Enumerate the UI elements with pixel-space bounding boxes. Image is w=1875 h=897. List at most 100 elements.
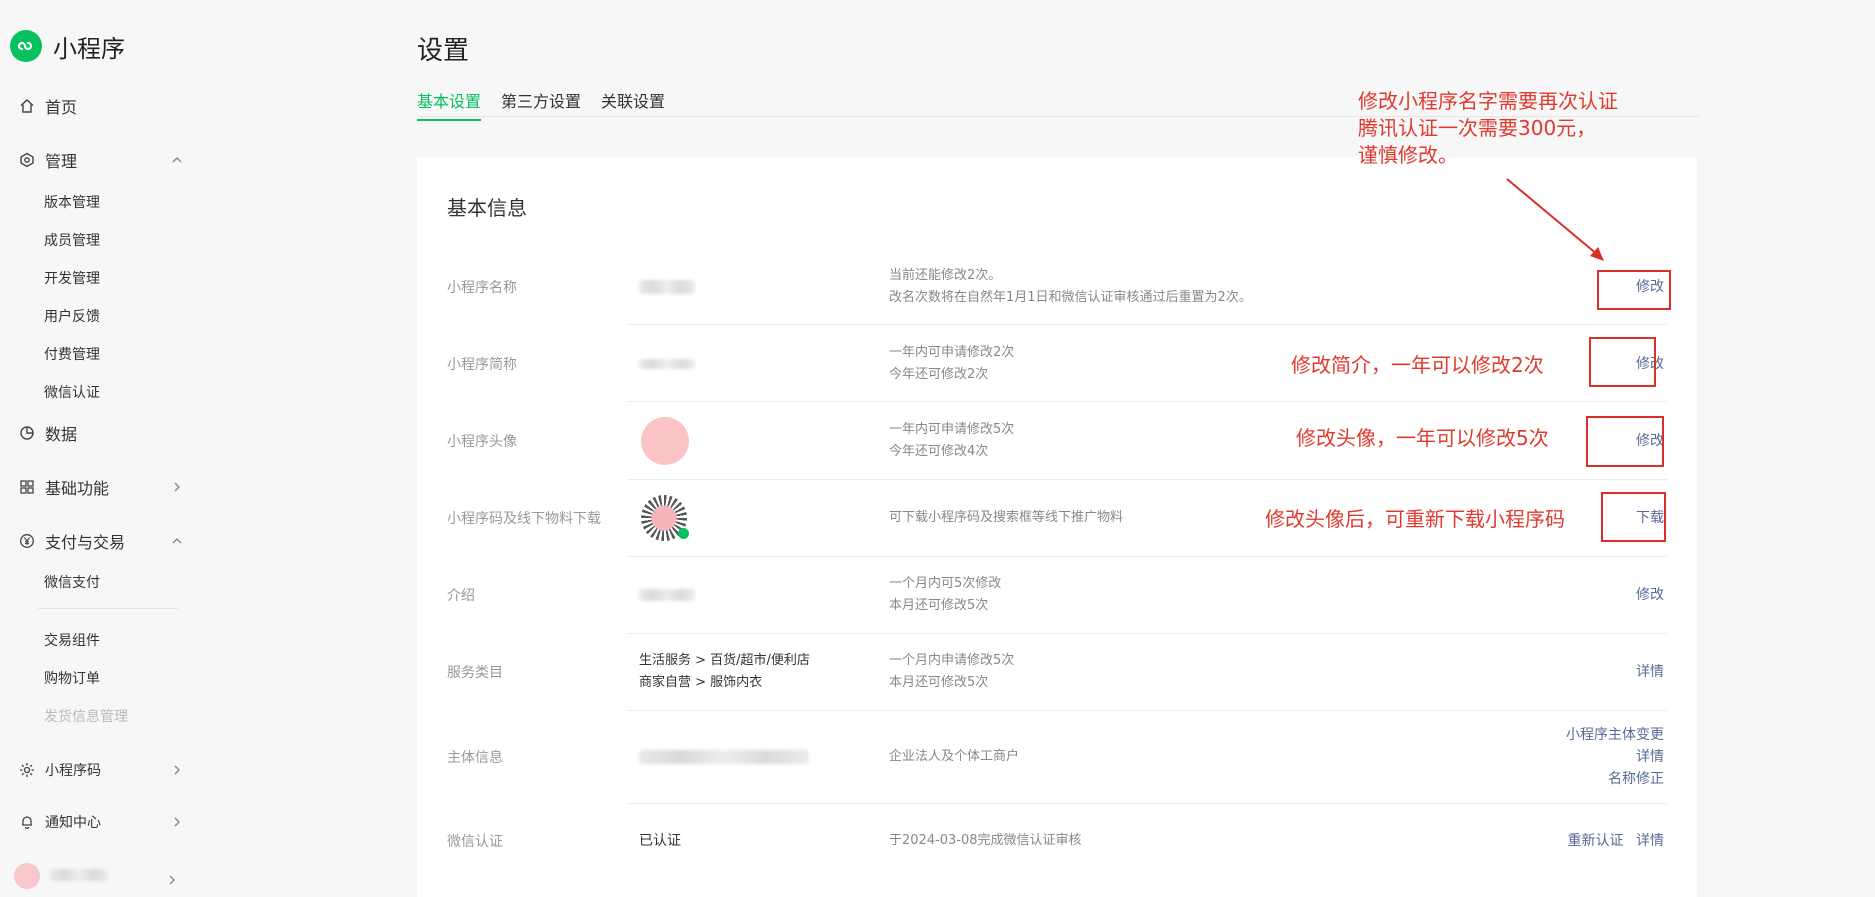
nav-home[interactable]: 首页: [18, 95, 188, 117]
row-desc-entity: 企业法人及个体工商户: [889, 746, 1019, 768]
row-desc-name: 当前还能修改2次。 改名次数将在自然年1月1日和微信认证审核通过后重置为2次。: [889, 265, 1252, 309]
nav-trade-component[interactable]: 交易组件: [44, 630, 100, 650]
row-desc-category: 一个月内申请修改5次 本月还可修改5次: [889, 650, 1014, 694]
annotation-avatar-note: 修改头像，一年可以修改5次: [1296, 426, 1549, 450]
settings-icon: [18, 151, 36, 169]
nav-basic-features-label: 基础功能: [45, 479, 110, 498]
nav-manage[interactable]: 管理: [18, 149, 188, 171]
chevron-up-icon[interactable]: [170, 534, 184, 548]
page-title: 设置: [417, 36, 470, 66]
row-label-qrcode: 小程序码及线下物料下载: [447, 511, 601, 527]
row-divider: [628, 633, 1667, 634]
nav-manage-label: 管理: [45, 152, 78, 171]
nav-shipping-info[interactable]: 发货信息管理: [44, 706, 128, 726]
annotation-line: 谨慎修改。: [1358, 143, 1458, 167]
grid-icon: [18, 478, 36, 496]
sun-icon: [18, 761, 36, 779]
entity-actions: 小程序主体变更 详情 名称修正: [1566, 724, 1664, 790]
edit-intro-button[interactable]: 修改: [1636, 584, 1664, 606]
nav-qrcode[interactable]: 小程序码: [18, 759, 188, 781]
nav-member-manage[interactable]: 成员管理: [44, 230, 100, 250]
nav-home-label: 首页: [45, 98, 78, 117]
nav-user-feedback[interactable]: 用户反馈: [44, 306, 100, 326]
verify-actions: 重新认证 详情: [1568, 830, 1664, 852]
verify-detail-link[interactable]: 详情: [1636, 833, 1664, 849]
row-divider: [628, 556, 1667, 557]
nav-payment-manage[interactable]: 付费管理: [44, 344, 100, 364]
row-label-intro: 介绍: [447, 588, 475, 604]
desc-line: 当前还能修改2次。: [889, 268, 1002, 283]
annotation-line: 腾讯认证一次需要300元，: [1358, 116, 1597, 140]
name-correction-link[interactable]: 名称修正: [1566, 768, 1664, 790]
row-label-verify: 微信认证: [447, 834, 503, 850]
row-desc-short-name: 一年内可申请修改2次 今年还可修改2次: [889, 342, 1014, 386]
entity-change-link[interactable]: 小程序主体变更: [1566, 724, 1664, 746]
desc-line: 一年内可申请修改2次: [889, 345, 1015, 360]
chevron-right-icon[interactable]: [170, 815, 184, 829]
desc-line: 一年内可申请修改5次: [889, 422, 1015, 437]
row-desc-avatar: 一年内可申请修改5次 今年还可修改4次: [889, 419, 1014, 463]
blurred-entity-value: [639, 750, 809, 764]
desc-line: 一个月内申请修改5次: [889, 653, 1015, 668]
annotation-arrow-icon: [1506, 178, 1604, 261]
blurred-intro-value: [639, 589, 695, 601]
desc-line: 今年还可修改2次: [889, 367, 989, 382]
category-detail-link[interactable]: 详情: [1636, 661, 1664, 683]
annotation-box-qrcode: [1601, 492, 1666, 542]
brand[interactable]: 小程序: [10, 30, 125, 63]
nav-shopping-orders[interactable]: 购物订单: [44, 668, 100, 688]
row-divider: [628, 710, 1667, 711]
row-divider: [628, 401, 1667, 402]
card-title: 基本信息: [447, 196, 527, 220]
desc-line: 企业法人及个体工商户: [889, 749, 1020, 764]
row-label-avatar: 小程序头像: [447, 434, 517, 450]
pie-chart-icon: [18, 424, 36, 442]
user-avatar[interactable]: [14, 863, 40, 889]
row-desc-intro: 一个月内可5次修改 本月还可修改5次: [889, 573, 1001, 617]
nav-notice[interactable]: 通知中心: [18, 811, 188, 833]
annotation-box-avatar: [1586, 416, 1664, 467]
annotation-box-name: [1597, 270, 1671, 310]
yuan-icon: [18, 532, 36, 550]
nav-pay-trade[interactable]: 支付与交易: [18, 530, 188, 552]
miniprogram-avatar: [641, 417, 689, 465]
chevron-right-icon[interactable]: [170, 480, 184, 494]
nav-data-label: 数据: [45, 425, 78, 444]
row-desc-qrcode: 可下载小程序码及搜索框等线下推广物料: [889, 507, 1123, 529]
annotation-line: 修改小程序名字需要再次认证: [1358, 89, 1618, 113]
desc-line: 于2024-03-08完成微信认证审核: [889, 833, 1082, 848]
chevron-right-icon[interactable]: [166, 871, 178, 890]
reverify-link[interactable]: 重新认证: [1568, 833, 1624, 849]
nav-wechat-verify[interactable]: 微信认证: [44, 382, 100, 402]
annotation-short-note: 修改简介，一年可以修改2次: [1291, 353, 1544, 377]
blurred-short-name-value: [639, 359, 695, 369]
nav-notice-label: 通知中心: [45, 815, 101, 831]
row-divider: [628, 324, 1667, 325]
row-label-category: 服务类目: [447, 665, 503, 681]
blurred-name-value: [639, 280, 695, 294]
category-line: 生活服务 > 百货/超市/便利店: [639, 653, 810, 668]
nav-data[interactable]: 数据: [18, 422, 188, 444]
nav-dev-manage[interactable]: 开发管理: [44, 268, 100, 288]
nav-divider: [38, 608, 178, 609]
home-icon: [18, 97, 36, 115]
row-desc-verify: 于2024-03-08完成微信认证审核: [889, 830, 1082, 852]
row-divider: [628, 803, 1667, 804]
desc-line: 一个月内可5次修改: [889, 576, 1002, 591]
desc-line: 本月还可修改5次: [889, 598, 989, 613]
brand-name: 小程序: [53, 34, 125, 63]
chevron-right-icon[interactable]: [170, 763, 184, 777]
nav-wechat-pay[interactable]: 微信支付: [44, 572, 100, 592]
nav-pay-trade-label: 支付与交易: [45, 533, 126, 552]
desc-line: 今年还可修改4次: [889, 444, 989, 459]
row-label-name: 小程序名称: [447, 280, 517, 296]
miniprogram-logo-icon: [10, 30, 42, 62]
entity-detail-link[interactable]: 详情: [1566, 746, 1664, 768]
sidebar: 小程序 首页 管理 版本管理 成员管理 开发管理 用户反馈 付费管理 微信认证 …: [0, 0, 200, 890]
bell-icon: [18, 813, 36, 831]
verified-badge-icon: [678, 528, 689, 539]
nav-version-manage[interactable]: 版本管理: [44, 192, 100, 212]
annotation-box-short: [1589, 337, 1656, 387]
chevron-up-icon[interactable]: [170, 153, 184, 167]
nav-basic-features[interactable]: 基础功能: [18, 476, 188, 498]
